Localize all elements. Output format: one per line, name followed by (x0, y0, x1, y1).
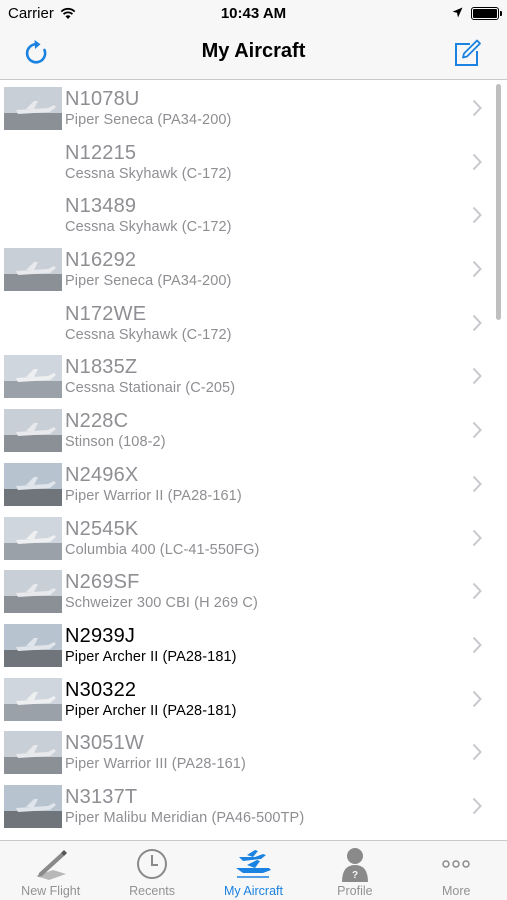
aircraft-registration: N13489 (65, 195, 137, 218)
aircraft-model: Piper Archer II (PA28-181) (65, 648, 237, 665)
chevron-right-icon (472, 636, 482, 654)
aircraft-model: Schweizer 300 CBI (H 269 C) (65, 595, 258, 612)
chevron-right-icon (472, 421, 482, 439)
aircraft-photo-placeholder (4, 302, 62, 345)
aircraft-photo (4, 248, 62, 292)
aircraft-row[interactable]: N13489 Cessna Skyhawk (C-172) (0, 187, 507, 241)
svg-text:?: ? (352, 870, 358, 881)
chevron-right-icon (472, 99, 482, 117)
aircraft-registration: N228C (65, 410, 129, 433)
aircraft-registration: N2939J (65, 624, 136, 647)
person-icon: ? (341, 848, 368, 882)
tab-more[interactable]: More (406, 841, 507, 900)
aircraft-list[interactable]: N1078U Piper Seneca (PA34-200) N12215 Cessn… (0, 80, 507, 840)
tab-new-flight[interactable]: New Flight (0, 841, 101, 900)
chevron-right-icon (472, 475, 482, 492)
compose-icon[interactable] (450, 36, 484, 70)
aircraft-model: Piper Warrior III (PA28-161) (65, 756, 246, 773)
aircraft-photo (4, 409, 62, 453)
tab-bar: New Flight Recents My Aircraft ? Profile (0, 840, 507, 900)
aircraft-model: Columbia 400 (LC-41-550FG) (65, 541, 260, 558)
chevron-right-icon (472, 368, 482, 385)
aircraft-registration: N3051W (65, 732, 145, 755)
battery-icon (471, 7, 502, 20)
aircraft-photo-placeholder (4, 194, 62, 237)
tab-label: More (442, 884, 471, 898)
aircraft-photo (4, 623, 62, 667)
aircraft-model: Cessna Stationair (C-205) (65, 380, 236, 397)
aircraft-row[interactable]: N2545K Columbia 400 (LC-41-550FG) (0, 510, 507, 564)
chevron-right-icon (472, 314, 482, 331)
aircraft-photo (4, 516, 62, 560)
aircraft-model: Cessna Skyhawk (C-172) (65, 165, 232, 182)
airplane-icon (236, 850, 272, 878)
aircraft-registration: N1078U (65, 88, 140, 110)
chevron-right-icon (472, 744, 482, 761)
tab-my-aircraft[interactable]: My Aircraft (203, 841, 304, 900)
tab-profile[interactable]: ? Profile (304, 841, 405, 900)
tab-recents[interactable]: Recents (101, 841, 202, 900)
aircraft-row[interactable]: N30322 Piper Archer II (PA28-181) (0, 671, 507, 725)
aircraft-photo (4, 731, 62, 775)
chevron-right-icon (472, 260, 482, 278)
tab-label: Profile (337, 884, 373, 898)
aircraft-row[interactable]: N1078U Piper Seneca (PA34-200) (0, 80, 507, 134)
aircraft-row[interactable]: N16292 Piper Seneca (PA34-200) (0, 241, 507, 295)
more-dots-icon (442, 860, 470, 868)
aircraft-row[interactable]: N269SF Schweizer 300 CBI (H 269 C) (0, 563, 507, 617)
chevron-right-icon (472, 690, 482, 707)
aircraft-photo (4, 570, 62, 614)
chevron-right-icon (472, 153, 482, 170)
aircraft-registration: N30322 (65, 678, 137, 701)
aircraft-registration: N3137T (65, 785, 138, 808)
chevron-right-icon (472, 797, 482, 815)
aircraft-photo (4, 462, 62, 506)
location-arrow-icon (452, 7, 463, 18)
navigation-bar: My Aircraft (0, 28, 507, 80)
aircraft-row[interactable]: N228C Stinson (108-2) (0, 402, 507, 456)
chevron-right-icon (472, 207, 482, 224)
aircraft-photo (4, 355, 62, 399)
status-bar: Carrier 10:43 AM (0, 0, 507, 28)
pen-logbook-icon (35, 850, 67, 880)
aircraft-row[interactable]: N2496X Piper Warrior II (PA28-161) (0, 456, 507, 510)
tab-label: My Aircraft (223, 884, 283, 898)
chevron-right-icon (472, 529, 482, 546)
aircraft-row[interactable]: N172WE Cessna Skyhawk (C-172) (0, 295, 507, 349)
aircraft-row[interactable]: N3051W Piper Warrior III (PA28-161) (0, 724, 507, 778)
aircraft-model: Cessna Skyhawk (C-172) (65, 326, 232, 343)
aircraft-model: Piper Archer II (PA28-181) (65, 702, 237, 719)
aircraft-registration: N1835Z (65, 356, 138, 379)
aircraft-photo (4, 784, 62, 828)
aircraft-model: Piper Malibu Meridian (PA46-500TP) (65, 809, 305, 826)
aircraft-registration: N172WE (65, 302, 147, 325)
aircraft-model: Piper Seneca (PA34-200) (65, 112, 232, 128)
tab-label: Recents (129, 884, 176, 898)
scroll-indicator[interactable] (496, 84, 501, 320)
aircraft-model: Piper Seneca (PA34-200) (65, 273, 232, 290)
aircraft-registration: N269SF (65, 571, 140, 594)
page-title: My Aircraft (201, 40, 306, 62)
aircraft-model: Stinson (108-2) (65, 434, 166, 451)
tab-label: New Flight (21, 884, 81, 898)
chevron-right-icon (472, 583, 482, 600)
aircraft-model: Cessna Skyhawk (C-172) (65, 219, 232, 236)
aircraft-registration: N12215 (65, 141, 137, 164)
clock-time: 10:43 AM (220, 5, 287, 22)
aircraft-model: Piper Warrior II (PA28-161) (65, 487, 242, 504)
clock-icon (137, 849, 168, 879)
aircraft-photo (4, 87, 62, 130)
aircraft-row[interactable]: N3137T Piper Malibu Meridian (PA46-500TP) (0, 778, 507, 832)
aircraft-photo-placeholder (4, 141, 62, 184)
aircraft-row[interactable]: N12215 Cessna Skyhawk (C-172) (0, 134, 507, 188)
aircraft-registration: N2545K (65, 517, 139, 540)
aircraft-row[interactable]: N2939J Piper Archer II (PA28-181) (0, 617, 507, 671)
aircraft-registration: N16292 (65, 249, 137, 272)
aircraft-photo (4, 677, 62, 721)
aircraft-registration: N2496X (65, 463, 139, 486)
aircraft-row[interactable]: N1835Z Cessna Stationair (C-205) (0, 348, 507, 402)
